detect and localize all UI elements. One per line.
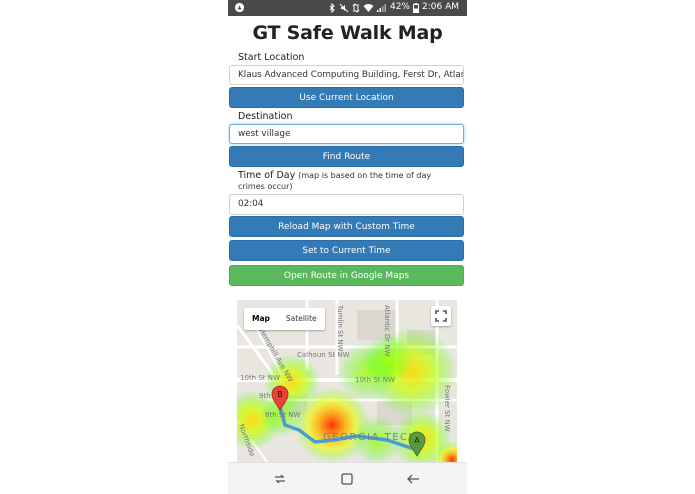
area-label-georgia-tech: GEORGIA TECH [323, 432, 418, 443]
start-location-label: Start Location [238, 52, 305, 63]
back-icon[interactable] [405, 471, 421, 487]
phone-screen: 42% 2:06 AM GT Safe Walk Map Start Locat… [228, 0, 467, 494]
street-label-10th-west: 10th St NW [240, 374, 280, 382]
navigation-bar [228, 462, 467, 494]
street-label-10th-east: 10th St NW [355, 376, 395, 384]
map-type-satellite-button[interactable]: Satellite [278, 308, 325, 330]
use-current-location-button[interactable]: Use Current Location [229, 87, 464, 108]
map-type-control: Map Satellite [244, 308, 325, 330]
time-of-day-label-group: Time of Day (map is based on the time of… [238, 170, 458, 192]
find-route-button[interactable]: Find Route [229, 146, 464, 167]
set-current-time-button[interactable]: Set to Current Time [229, 240, 464, 261]
street-label-calhoun: Calhoun St NW [297, 351, 350, 359]
app-notification-icon [234, 2, 245, 13]
clock: 2:06 AM [422, 2, 459, 12]
map-view[interactable]: Calhoun St NW 10th St NW 10th St NW 8th … [237, 300, 457, 462]
page-title: GT Safe Walk Map [252, 22, 443, 44]
destination-input[interactable]: west village [229, 124, 464, 144]
map-type-map-button[interactable]: Map [244, 308, 278, 330]
signal-icon [376, 3, 386, 12]
street-label-8th: 8th St NW [265, 411, 301, 419]
battery-icon [413, 2, 419, 13]
open-google-maps-button[interactable]: Open Route in Google Maps [229, 265, 464, 286]
destination-label: Destination [238, 111, 293, 122]
recent-apps-icon[interactable] [272, 471, 288, 487]
status-icons: 42% 2:06 AM [329, 2, 459, 13]
home-icon[interactable] [339, 471, 355, 487]
street-label-atlantic: Atlantic Dr NW [383, 305, 391, 357]
street-label-9th: 9th [259, 392, 271, 400]
fullscreen-icon [435, 310, 447, 322]
bluetooth-icon [329, 2, 335, 13]
time-input[interactable]: 02:04 [229, 194, 464, 215]
battery-percent: 42% [389, 2, 410, 12]
wifi-icon [363, 3, 374, 12]
reload-map-button[interactable]: Reload Map with Custom Time [229, 216, 464, 237]
start-location-input[interactable]: Klaus Advanced Computing Building, Ferst… [229, 65, 464, 85]
marker-a-label: A [414, 436, 420, 445]
marker-b-label: B [277, 390, 283, 399]
street-label-fowler: Fowler St NW [443, 385, 451, 432]
data-saver-icon [352, 2, 360, 13]
street-label-tumlin: Tumlin St NW [336, 304, 344, 352]
fullscreen-button[interactable] [431, 306, 451, 326]
time-of-day-label: Time of Day [238, 170, 296, 181]
status-bar: 42% 2:06 AM [228, 0, 467, 16]
mute-icon [339, 3, 349, 12]
